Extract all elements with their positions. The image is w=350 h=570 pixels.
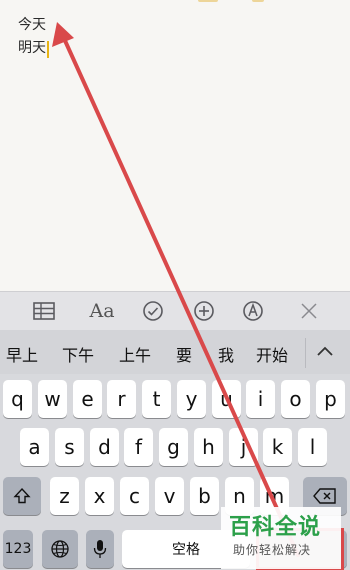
key-k[interactable]: k bbox=[263, 428, 292, 466]
candidate-item[interactable]: 要 bbox=[176, 342, 192, 366]
shift-icon bbox=[13, 487, 31, 504]
candidate-item[interactable]: 上午 bbox=[119, 342, 151, 366]
key-z[interactable]: z bbox=[50, 477, 79, 515]
key-l[interactable]: l bbox=[298, 428, 327, 466]
candidate-item[interactable]: 我 bbox=[218, 342, 234, 366]
key-x[interactable]: x bbox=[85, 477, 114, 515]
key-y[interactable]: y bbox=[177, 380, 206, 418]
note-line: 明天 bbox=[18, 40, 46, 56]
close-icon[interactable] bbox=[289, 292, 329, 330]
microphone-icon bbox=[93, 540, 107, 558]
key-q[interactable]: q bbox=[3, 380, 32, 418]
candidate-item[interactable]: 早上 bbox=[6, 342, 38, 366]
numbers-key[interactable]: 123 bbox=[3, 530, 33, 568]
key-r[interactable]: r bbox=[107, 380, 136, 418]
add-icon[interactable] bbox=[184, 292, 224, 330]
key-g[interactable]: g bbox=[159, 428, 188, 466]
key-a[interactable]: a bbox=[20, 428, 49, 466]
key-b[interactable]: b bbox=[190, 477, 219, 515]
key-o[interactable]: o bbox=[281, 380, 310, 418]
candidate-bar: 早上 下午 上午 要 我 开始 bbox=[0, 330, 350, 374]
key-e[interactable]: e bbox=[73, 380, 102, 418]
key-f[interactable]: f bbox=[124, 428, 153, 466]
key-i[interactable]: i bbox=[246, 380, 275, 418]
key-h[interactable]: h bbox=[194, 428, 223, 466]
format-toolbar: Aa bbox=[0, 291, 350, 330]
key-s[interactable]: s bbox=[55, 428, 84, 466]
markup-icon[interactable] bbox=[233, 292, 273, 330]
watermark-logo: 百科全说 助你轻松解决 bbox=[221, 507, 341, 569]
microphone-key[interactable] bbox=[86, 530, 114, 568]
candidate-item[interactable]: 下午 bbox=[62, 342, 94, 366]
top-hint-mark bbox=[198, 0, 218, 2]
key-c[interactable]: c bbox=[120, 477, 149, 515]
globe-icon bbox=[51, 540, 69, 558]
globe-key[interactable] bbox=[42, 530, 78, 568]
key-d[interactable]: d bbox=[90, 428, 119, 466]
watermark-subtitle: 助你轻松解决 bbox=[233, 543, 312, 557]
divider bbox=[305, 338, 306, 368]
chevron-up-icon[interactable] bbox=[313, 340, 337, 364]
table-icon[interactable] bbox=[24, 292, 64, 330]
shift-key[interactable] bbox=[3, 477, 41, 515]
key-p[interactable]: p bbox=[316, 380, 345, 418]
key-u[interactable]: u bbox=[212, 380, 241, 418]
checklist-icon[interactable] bbox=[133, 292, 173, 330]
text-cursor bbox=[47, 41, 49, 58]
key-j[interactable]: j bbox=[229, 428, 258, 466]
key-w[interactable]: w bbox=[38, 380, 67, 418]
watermark-title: 百科全说 bbox=[229, 515, 322, 540]
note-editor[interactable]: 今天 明天 bbox=[0, 0, 350, 291]
top-hint-mark bbox=[252, 0, 264, 2]
backspace-icon bbox=[313, 488, 336, 504]
text-format-icon[interactable]: Aa bbox=[82, 292, 122, 330]
key-v[interactable]: v bbox=[155, 477, 184, 515]
note-line: 今天 bbox=[18, 17, 46, 33]
candidate-item[interactable]: 开始 bbox=[256, 342, 288, 366]
key-t[interactable]: t bbox=[142, 380, 171, 418]
